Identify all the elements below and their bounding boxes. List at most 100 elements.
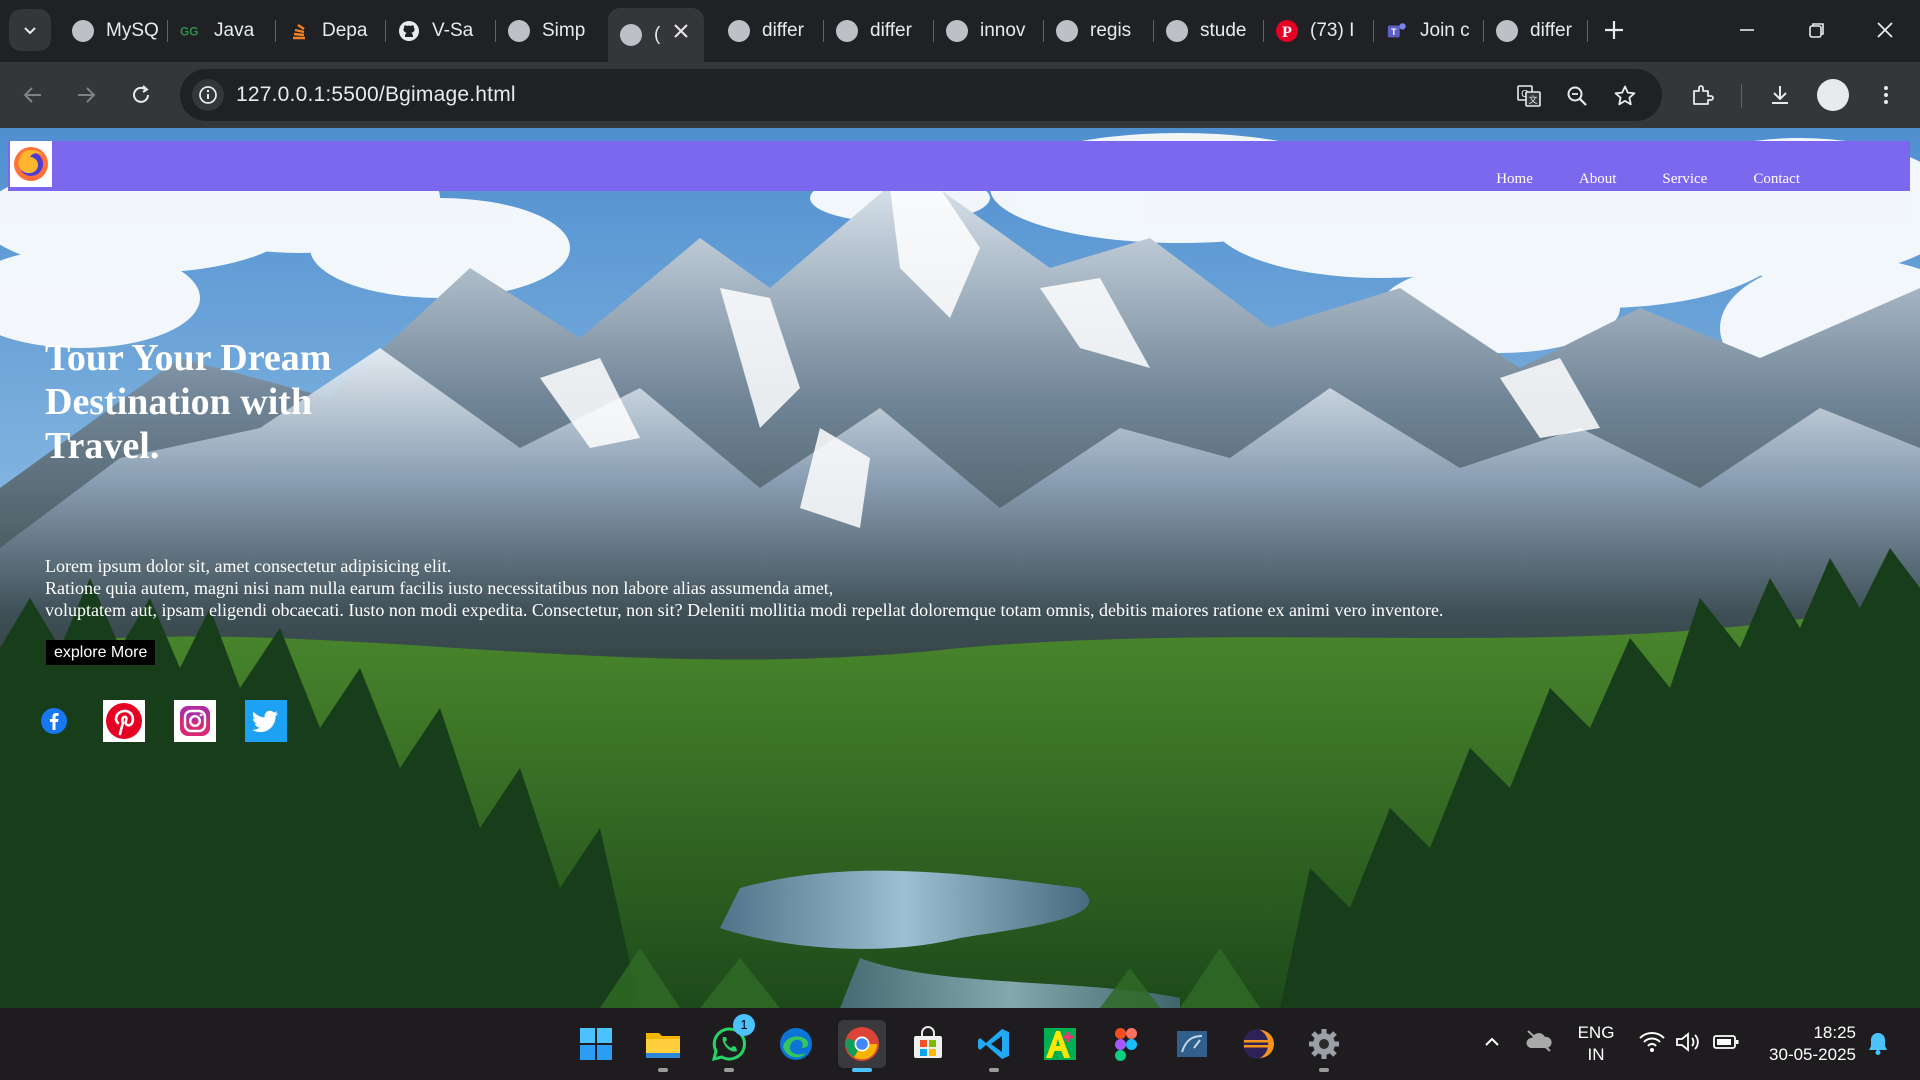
restore-icon bbox=[1809, 23, 1824, 38]
tab-label: Join c bbox=[1420, 20, 1470, 41]
explore-more-button[interactable]: explore More bbox=[46, 640, 156, 665]
new-tab-plus-icon[interactable] bbox=[1598, 14, 1630, 46]
tab-search-button[interactable] bbox=[9, 9, 51, 51]
notification-bell-icon[interactable] bbox=[1866, 1030, 1890, 1061]
globe-icon bbox=[508, 20, 530, 42]
chevron-up-icon[interactable] bbox=[1480, 1030, 1504, 1054]
teams-icon: T bbox=[1386, 20, 1408, 42]
vscode-app[interactable] bbox=[970, 1020, 1018, 1072]
bookmark-star-icon[interactable] bbox=[1610, 81, 1640, 111]
tab-mysql[interactable]: MySQ bbox=[60, 8, 168, 54]
figma-app[interactable] bbox=[1102, 1020, 1150, 1068]
reload-button[interactable] bbox=[125, 79, 157, 111]
tab-differ-2[interactable]: differ bbox=[824, 8, 934, 54]
onedrive-cloud-icon[interactable] bbox=[1524, 1028, 1554, 1054]
edge-app[interactable] bbox=[772, 1020, 820, 1068]
url-text[interactable]: 127.0.0.1:5500/Bgimage.html bbox=[236, 83, 516, 107]
tab-label: ( bbox=[654, 24, 661, 45]
site-info-icon[interactable] bbox=[192, 79, 224, 111]
tab-github[interactable]: V-Sa bbox=[386, 8, 496, 54]
tab-depa[interactable]: Depa bbox=[276, 8, 386, 54]
menu-kebab-icon[interactable] bbox=[1870, 79, 1902, 111]
store-icon bbox=[914, 1026, 942, 1058]
forward-button[interactable] bbox=[70, 79, 102, 111]
tab-label: differ bbox=[1530, 20, 1572, 41]
download-icon[interactable] bbox=[1764, 79, 1796, 111]
gear-icon bbox=[1309, 1029, 1339, 1059]
translate-icon[interactable]: G文 bbox=[1514, 81, 1544, 111]
pinterest-icon[interactable] bbox=[103, 700, 145, 742]
globe-icon bbox=[836, 20, 858, 42]
restore-button[interactable] bbox=[1796, 10, 1838, 50]
start-button[interactable] bbox=[572, 1020, 620, 1068]
tab-pinterest[interactable]: P (73) I bbox=[1264, 8, 1374, 54]
microsoft-store-app[interactable] bbox=[904, 1020, 952, 1068]
extensions-icon[interactable] bbox=[1686, 79, 1718, 111]
tab-active[interactable]: ( bbox=[608, 8, 704, 62]
chevron-down-icon bbox=[24, 27, 36, 35]
battery-icon[interactable] bbox=[1712, 1032, 1740, 1057]
clock-date: 30-05-2025 bbox=[1769, 1045, 1856, 1064]
globe-icon bbox=[1056, 20, 1078, 42]
file-explorer-app[interactable] bbox=[639, 1020, 687, 1072]
tab-simp[interactable]: Simp bbox=[496, 8, 606, 54]
tab-label: MySQ bbox=[106, 20, 159, 41]
language-indicator[interactable]: ENG IN bbox=[1572, 1022, 1620, 1066]
pinterest-icon: P bbox=[1276, 20, 1298, 42]
tab-teams[interactable]: T Join c bbox=[1374, 8, 1484, 54]
github-icon bbox=[398, 20, 420, 42]
region-code: IN bbox=[1587, 1045, 1605, 1064]
svg-text:文: 文 bbox=[1528, 94, 1537, 106]
site-navbar: Home About Service Contact bbox=[8, 141, 1910, 191]
facebook-icon[interactable] bbox=[33, 700, 75, 742]
minimize-button[interactable] bbox=[1726, 10, 1768, 50]
tab-regis[interactable]: regis bbox=[1044, 8, 1154, 54]
tab-java[interactable]: GG Java bbox=[168, 8, 276, 54]
whatsapp-app[interactable]: 1 bbox=[705, 1014, 755, 1072]
stack-icon bbox=[288, 20, 310, 42]
wifi-icon[interactable] bbox=[1638, 1030, 1666, 1059]
tab-label: (73) I bbox=[1310, 20, 1355, 41]
reload-icon bbox=[133, 85, 149, 103]
back-button[interactable] bbox=[17, 79, 49, 111]
svg-text:T: T bbox=[1391, 27, 1397, 37]
chrome-icon bbox=[845, 1027, 879, 1061]
close-tab-icon[interactable] bbox=[672, 22, 690, 40]
address-bar[interactable]: 127.0.0.1:5500/Bgimage.html G文 bbox=[180, 69, 1662, 121]
clock[interactable]: 18:25 30-05-2025 bbox=[1756, 1022, 1856, 1066]
anydesk-app[interactable] bbox=[1036, 1020, 1084, 1068]
tab-label: Java bbox=[214, 20, 255, 41]
globe-icon bbox=[1166, 20, 1188, 42]
tab-label: stude bbox=[1200, 20, 1247, 41]
a-plus-icon bbox=[1044, 1028, 1076, 1060]
tab-label: V-Sa bbox=[432, 20, 474, 41]
tab-differ-1[interactable]: differ bbox=[716, 8, 824, 54]
twitter-icon[interactable] bbox=[245, 700, 287, 742]
eclipse-app[interactable] bbox=[1234, 1020, 1282, 1068]
zoom-icon[interactable] bbox=[1562, 81, 1592, 111]
tab-innov[interactable]: innov bbox=[934, 8, 1044, 54]
volume-icon[interactable] bbox=[1674, 1030, 1702, 1059]
tab-differ-3[interactable]: differ bbox=[1484, 8, 1588, 54]
settings-app[interactable] bbox=[1300, 1020, 1348, 1072]
hero-line: voluptatem aut, ipsam eligendi obcaecati… bbox=[45, 600, 1444, 620]
instagram-icon[interactable] bbox=[174, 700, 216, 742]
svg-text:P: P bbox=[1282, 24, 1292, 41]
firefox-logo-icon[interactable] bbox=[10, 141, 52, 187]
chrome-app[interactable] bbox=[838, 1020, 886, 1072]
workbench-icon bbox=[1177, 1031, 1207, 1057]
hero-title: Tour Your Dream Destination with Travel. bbox=[45, 337, 332, 467]
tab-label: innov bbox=[980, 20, 1026, 41]
nav-about-link[interactable]: About bbox=[1579, 171, 1617, 188]
close-window-button[interactable] bbox=[1864, 10, 1906, 50]
nav-links: Home About Service Contact bbox=[1450, 171, 1800, 188]
windows-taskbar: 1 ENG IN 18:25 30-05-2025 bbox=[0, 1008, 1920, 1080]
figma-icon bbox=[1115, 1028, 1137, 1061]
profile-avatar[interactable] bbox=[1817, 79, 1849, 111]
nav-home-link[interactable]: Home bbox=[1496, 171, 1533, 188]
nav-contact-link[interactable]: Contact bbox=[1753, 171, 1800, 188]
tab-stude[interactable]: stude bbox=[1154, 8, 1264, 54]
nav-service-link[interactable]: Service bbox=[1662, 171, 1707, 188]
arrow-left-icon bbox=[23, 87, 41, 103]
mysql-workbench-app[interactable] bbox=[1168, 1020, 1216, 1068]
